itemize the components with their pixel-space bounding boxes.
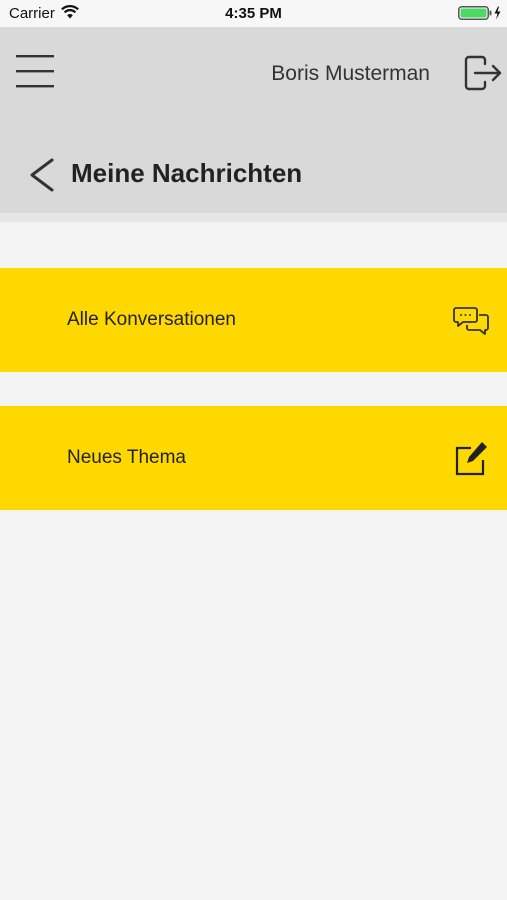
chat-bubbles-icon: [453, 307, 489, 335]
status-time: 4:35 PM: [225, 5, 282, 22]
chevron-left-icon[interactable]: [27, 158, 57, 192]
logout-icon[interactable]: [463, 55, 503, 91]
status-bar: Carrier 4:35 PM: [0, 0, 507, 27]
header-divider: [0, 213, 507, 222]
page-title: Meine Nachrichten: [71, 158, 303, 188]
compose-icon: [455, 442, 487, 476]
user-name: Boris Musterman: [271, 62, 430, 85]
hamburger-menu-icon[interactable]: [16, 54, 54, 88]
battery-charging-icon: [458, 6, 501, 20]
menu-item-all-conversations[interactable]: Alle Konversationen: [0, 268, 507, 372]
menu-item-new-topic[interactable]: Neues Thema: [0, 406, 507, 510]
menu-item-label: Alle Konversationen: [67, 309, 236, 330]
menu-item-label: Neues Thema: [67, 447, 186, 468]
app-header: Boris Musterman Meine Nachrichten: [0, 27, 507, 213]
